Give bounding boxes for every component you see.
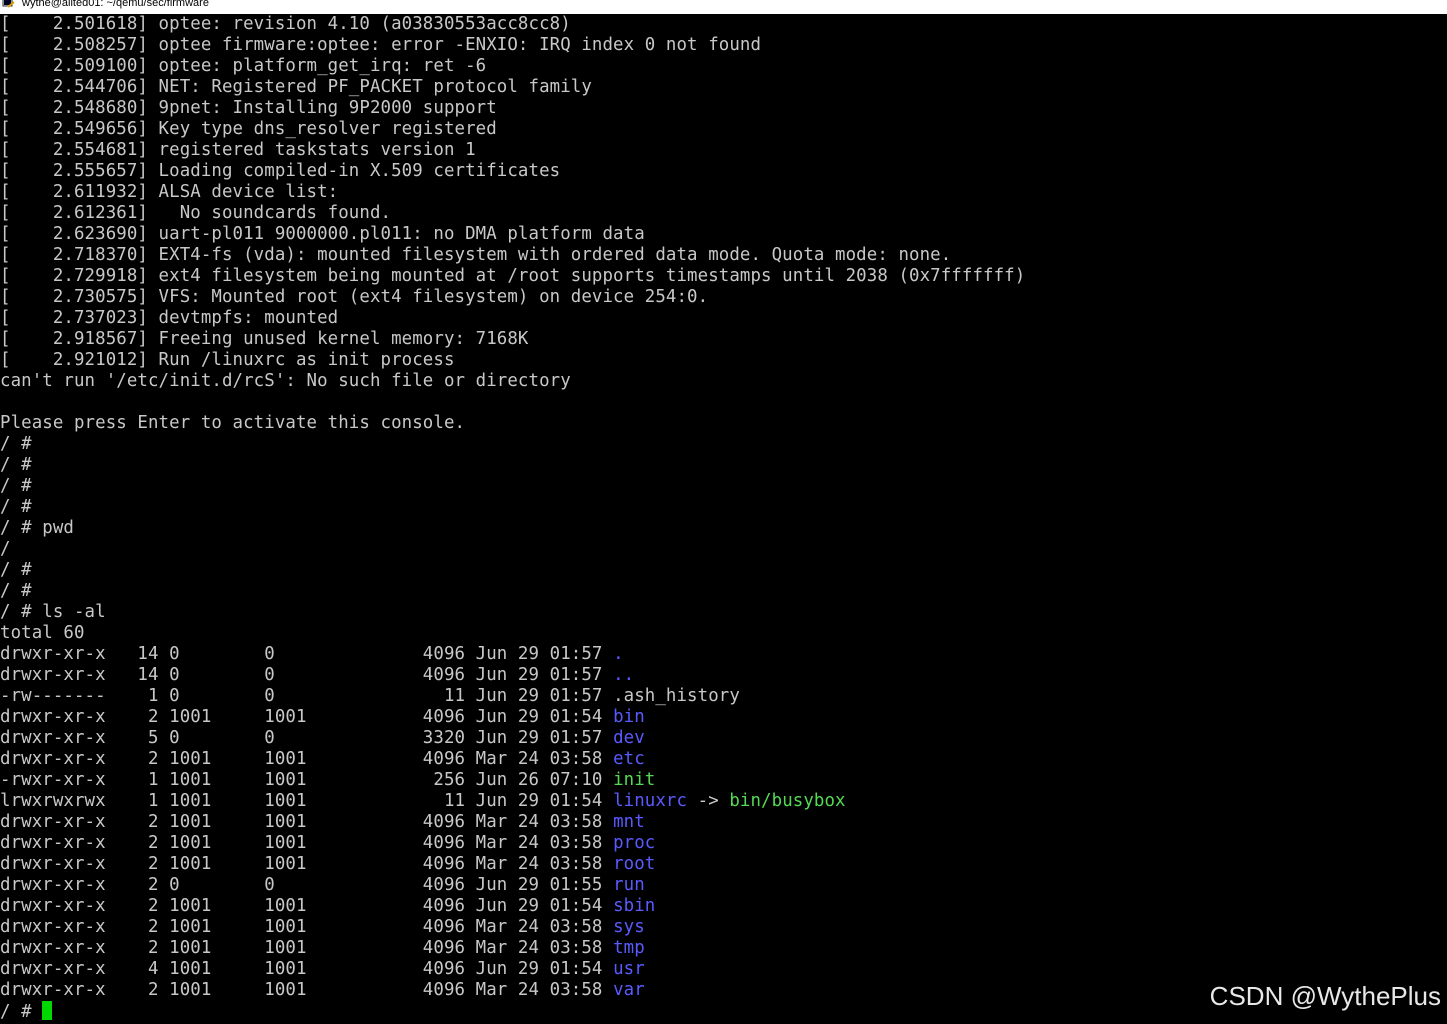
terminal-line: /: [0, 539, 11, 559]
terminal-line: / #: [0, 455, 32, 475]
text-cursor: [42, 1001, 53, 1020]
ls-row: lrwxrwxrwx 1 1001 1001 11 Jun 29 01:54 l…: [0, 791, 1447, 812]
terminal-line: [ 2.554681] registered taskstats version…: [0, 140, 476, 160]
ls-row-meta: drwxr-xr-x 4 1001 1001 4096 Jun 29 01:54: [0, 959, 614, 979]
ls-entry-name: var: [613, 980, 645, 1000]
terminal-line: [ 2.623690] uart-pl011 9000000.pl011: no…: [0, 224, 645, 244]
putty-terminal-icon: [2, 0, 15, 8]
ls-row-meta: drwxr-xr-x 2 1001 1001 4096 Mar 24 03:58: [0, 812, 614, 832]
ls-row: -rw------- 1 0 0 11 Jun 29 01:57 .ash_hi…: [0, 686, 1447, 707]
terminal-line: [ 2.718370] EXT4-fs (vda): mounted files…: [0, 245, 952, 265]
ls-row-meta: drwxr-xr-x 2 1001 1001 4096 Jun 29 01:54: [0, 707, 614, 727]
ls-row-meta: drwxr-xr-x 14 0 0 4096 Jun 29 01:57: [0, 665, 614, 685]
terminal-line: [ 2.918567] Freeing unused kernel memory…: [0, 329, 529, 349]
terminal-line: [ 2.555657] Loading compiled-in X.509 ce…: [0, 161, 561, 181]
terminal-line: total 60: [0, 623, 85, 643]
ls-entry-name: run: [613, 875, 645, 895]
ls-entry-name: .: [613, 644, 624, 664]
terminal-line: [ 2.549656] Key type dns_resolver regist…: [0, 119, 497, 139]
window-title: wythe@alited01: ~/qemu/sec/firmware: [22, 0, 209, 9]
ls-row: drwxr-xr-x 4 1001 1001 4096 Jun 29 01:54…: [0, 959, 1447, 980]
ls-row: -rwxr-xr-x 1 1001 1001 256 Jun 26 07:10 …: [0, 770, 1447, 791]
ls-entry-name: bin: [613, 707, 645, 727]
terminal-line: [ 2.729918] ext4 filesystem being mounte…: [0, 266, 1026, 286]
ls-entry-name: .ash_history: [613, 686, 740, 706]
terminal-line: Please press Enter to activate this cons…: [0, 413, 466, 433]
terminal-line: / #: [0, 434, 32, 454]
ls-row-meta: drwxr-xr-x 2 1001 1001 4096 Mar 24 03:58: [0, 749, 614, 769]
terminal-line: [ 2.509100] optee: platform_get_irq: ret…: [0, 56, 487, 76]
terminal-line: [ 2.501618] optee: revision 4.10 (a03830…: [0, 14, 571, 34]
terminal-line: / #: [0, 497, 32, 517]
ls-row-meta: drwxr-xr-x 14 0 0 4096 Jun 29 01:57: [0, 644, 614, 664]
ls-entry-name: dev: [613, 728, 645, 748]
terminal-line: [ 2.737023] devtmpfs: mounted: [0, 308, 339, 328]
ls-row: drwxr-xr-x 2 1001 1001 4096 Jun 29 01:54…: [0, 896, 1447, 917]
ls-row-meta: drwxr-xr-x 2 1001 1001 4096 Mar 24 03:58: [0, 938, 614, 958]
symlink-target: bin/busybox: [729, 791, 846, 811]
ls-row-meta: drwxr-xr-x 2 1001 1001 4096 Jun 29 01:54: [0, 896, 614, 916]
ls-row-meta: -rw------- 1 0 0 11 Jun 29 01:57: [0, 686, 614, 706]
ls-row-meta: drwxr-xr-x 2 1001 1001 4096 Mar 24 03:58: [0, 833, 614, 853]
terminal-line: [ 2.730575] VFS: Mounted root (ext4 file…: [0, 287, 709, 307]
terminal-line: [ 2.544706] NET: Registered PF_PACKET pr…: [0, 77, 592, 97]
terminal-line: / #: [0, 476, 32, 496]
terminal-line: / # pwd: [0, 518, 74, 538]
ls-row-meta: drwxr-xr-x 5 0 0 3320 Jun 29 01:57: [0, 728, 614, 748]
terminal-line: [ 2.612361] No soundcards found.: [0, 203, 392, 223]
ls-row-meta: drwxr-xr-x 2 1001 1001 4096 Mar 24 03:58: [0, 917, 614, 937]
terminal-line: / #: [0, 560, 32, 580]
ls-row: drwxr-xr-x 14 0 0 4096 Jun 29 01:57 .: [0, 644, 1447, 665]
ls-entry-name: sbin: [613, 896, 656, 916]
terminal-line: [ 2.611932] ALSA device list:: [0, 182, 339, 202]
ls-row: drwxr-xr-x 5 0 0 3320 Jun 29 01:57 dev: [0, 728, 1447, 749]
ls-row-meta: drwxr-xr-x 2 1001 1001 4096 Mar 24 03:58: [0, 980, 614, 1000]
ls-row: drwxr-xr-x 2 1001 1001 4096 Mar 24 03:58…: [0, 749, 1447, 770]
ls-row: drwxr-xr-x 2 1001 1001 4096 Jun 29 01:54…: [0, 707, 1447, 728]
ls-entry-name: tmp: [613, 938, 645, 958]
ls-row-meta: -rwxr-xr-x 1 1001 1001 256 Jun 26 07:10: [0, 770, 614, 790]
ls-entry-name: proc: [613, 833, 656, 853]
terminal-line: can't run '/etc/init.d/rcS': No such fil…: [0, 371, 571, 391]
ls-row-meta: drwxr-xr-x 2 0 0 4096 Jun 29 01:55: [0, 875, 614, 895]
ls-row: drwxr-xr-x 2 1001 1001 4096 Mar 24 03:58…: [0, 812, 1447, 833]
ls-entry-name: ..: [613, 665, 635, 685]
ls-entry-name: init: [613, 770, 656, 790]
terminal-line: / #: [0, 581, 32, 601]
ls-row-meta: drwxr-xr-x 2 1001 1001 4096 Mar 24 03:58: [0, 854, 614, 874]
ls-row-meta: lrwxrwxrwx 1 1001 1001 11 Jun 29 01:54: [0, 791, 614, 811]
ls-row: drwxr-xr-x 2 0 0 4096 Jun 29 01:55 run: [0, 875, 1447, 896]
ls-row: drwxr-xr-x 2 1001 1001 4096 Mar 24 03:58…: [0, 938, 1447, 959]
symlink-arrow: ->: [687, 791, 730, 811]
terminal-line: [ 2.548680] 9pnet: Installing 9P2000 sup…: [0, 98, 497, 118]
ls-entry-name: linuxrc: [613, 791, 688, 811]
ls-entry-name: sys: [613, 917, 645, 937]
window-titlebar: wythe@alited01: ~/qemu/sec/firmware: [0, 0, 1447, 14]
ls-entry-name: usr: [613, 959, 645, 979]
csdn-watermark: CSDN @WythePlus: [1209, 981, 1441, 1011]
shell-prompt: / #: [0, 1002, 43, 1022]
ls-row: drwxr-xr-x 2 1001 1001 4096 Mar 24 03:58…: [0, 854, 1447, 875]
ls-entry-name: mnt: [613, 812, 645, 832]
ls-entry-name: root: [613, 854, 656, 874]
terminal-line: [ 2.508257] optee firmware:optee: error …: [0, 35, 762, 55]
ls-row: drwxr-xr-x 2 1001 1001 4096 Mar 24 03:58…: [0, 833, 1447, 854]
terminal-line: [ 2.921012] Run /linuxrc as init process: [0, 350, 455, 370]
ls-row: drwxr-xr-x 2 1001 1001 4096 Mar 24 03:58…: [0, 917, 1447, 938]
terminal-output[interactable]: [ 2.501618] optee: revision 4.10 (a03830…: [0, 14, 1447, 1024]
terminal-line: / # ls -al: [0, 602, 106, 622]
ls-entry-name: etc: [613, 749, 645, 769]
ls-row: drwxr-xr-x 14 0 0 4096 Jun 29 01:57 ..: [0, 665, 1447, 686]
